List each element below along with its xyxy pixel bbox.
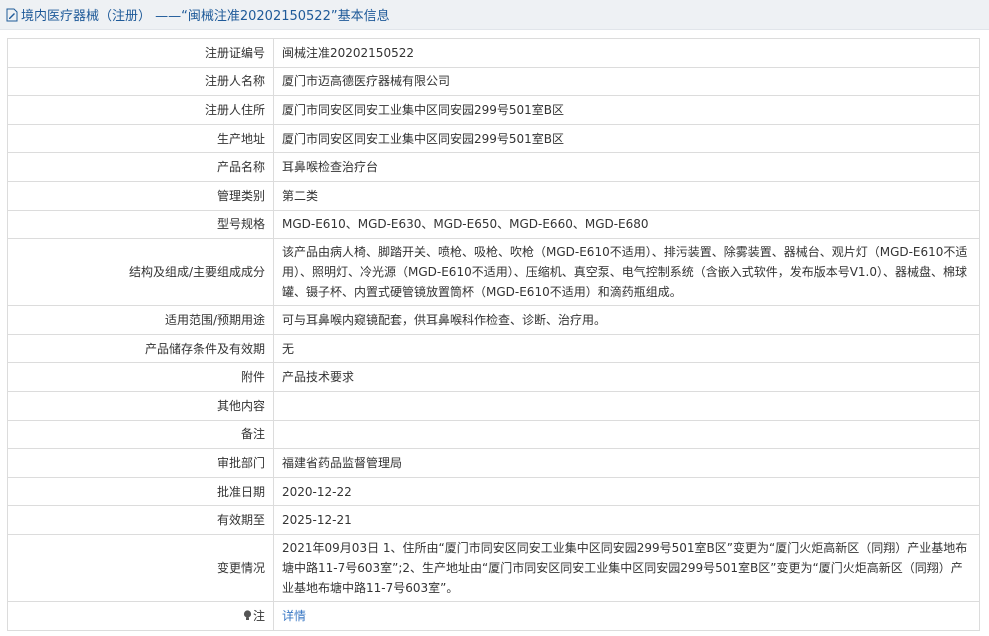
row-value: 闽械注准20202150522 [273, 38, 980, 68]
row-value: 耳鼻喉检查治疗台 [273, 152, 980, 182]
row-value: 厦门市同安区同安工业集中区同安园299号501室B区 [273, 123, 980, 154]
row-label: 管理类别 [7, 180, 274, 211]
row-label: 批准日期 [7, 476, 274, 507]
row-value: 可与耳鼻喉内窥镜配套，供耳鼻喉科作检查、诊断、治疗用。 [273, 305, 980, 335]
row-value: 2020-12-22 [273, 476, 980, 507]
table-row: 管理类别 第二类 [7, 180, 980, 211]
info-table-container: 注册证编号 闽械注准20202150522 注册人名称 厦门市迈高德医疗器械有限… [7, 38, 980, 631]
row-value: 厦门市迈高德医疗器械有限公司 [273, 66, 980, 97]
row-label: 注册人名称 [7, 66, 274, 97]
row-label: 型号规格 [7, 209, 274, 240]
page-header: 境内医疗器械（注册） ——“闽械注准20202150522”基本信息 [0, 0, 989, 30]
row-value [273, 390, 980, 421]
note-label-text: 注 [252, 608, 265, 623]
note-row: 注 详情 [7, 600, 980, 631]
note-value: 详情 [273, 600, 980, 631]
table-row: 变更情况 2021年09月03日 1、住所由“厦门市同安区同安工业集中区同安园2… [7, 533, 980, 602]
row-label: 结构及组成/主要组成成分 [7, 238, 274, 307]
row-label: 产品名称 [7, 152, 274, 182]
row-label: 生产地址 [7, 123, 274, 154]
table-row: 注册人住所 厦门市同安区同安工业集中区同安园299号501室B区 [7, 95, 980, 125]
table-row: 注册证编号 闽械注准20202150522 [7, 38, 980, 68]
row-label: 附件 [7, 362, 274, 392]
table-row: 其他内容 [7, 390, 980, 421]
row-value: 产品技术要求 [273, 362, 980, 392]
table-row: 有效期至 2025-12-21 [7, 505, 980, 535]
table-row: 批准日期 2020-12-22 [7, 476, 980, 507]
row-label: 产品储存条件及有效期 [7, 333, 274, 364]
row-value [273, 419, 980, 450]
row-value: 第二类 [273, 180, 980, 211]
table-row: 产品名称 耳鼻喉检查治疗台 [7, 152, 980, 182]
row-label: 有效期至 [7, 505, 274, 535]
row-value: 福建省药品监督管理局 [273, 448, 980, 478]
row-value: MGD-E610、MGD-E630、MGD-E650、MGD-E660、MGD-… [273, 209, 980, 240]
row-label: 变更情况 [7, 533, 274, 602]
row-label: 其他内容 [7, 390, 274, 421]
table-row: 生产地址 厦门市同安区同安工业集中区同安园299号501室B区 [7, 123, 980, 154]
table-row: 适用范围/预期用途 可与耳鼻喉内窥镜配套，供耳鼻喉科作检查、诊断、治疗用。 [7, 305, 980, 335]
row-label: 注册人住所 [7, 95, 274, 125]
table-row: 附件 产品技术要求 [7, 362, 980, 392]
lightbulb-icon [243, 610, 252, 620]
row-value: 2021年09月03日 1、住所由“厦门市同安区同安工业集中区同安园299号50… [273, 533, 980, 602]
table-row: 型号规格 MGD-E610、MGD-E630、MGD-E650、MGD-E660… [7, 209, 980, 240]
row-label: 适用范围/预期用途 [7, 305, 274, 335]
document-edit-icon [6, 8, 18, 21]
table-row: 审批部门 福建省药品监督管理局 [7, 448, 980, 478]
row-value: 无 [273, 333, 980, 364]
table-row: 结构及组成/主要组成成分 该产品由病人椅、脚踏开关、喷枪、吸枪、吹枪（MGD-E… [7, 238, 980, 307]
row-value: 厦门市同安区同安工业集中区同安园299号501室B区 [273, 95, 980, 125]
table-row: 产品储存条件及有效期 无 [7, 333, 980, 364]
row-label: 备注 [7, 419, 274, 450]
table-row: 备注 [7, 419, 980, 450]
row-value: 该产品由病人椅、脚踏开关、喷枪、吸枪、吹枪（MGD-E610不适用）、排污装置、… [273, 238, 980, 307]
note-label: 注 [7, 600, 274, 631]
row-label: 审批部门 [7, 448, 274, 478]
details-link[interactable]: 详情 [282, 609, 306, 623]
row-label: 注册证编号 [7, 38, 274, 68]
table-row: 注册人名称 厦门市迈高德医疗器械有限公司 [7, 66, 980, 97]
row-value: 2025-12-21 [273, 505, 980, 535]
page-title: 境内医疗器械（注册） ——“闽械注准20202150522”基本信息 [21, 9, 390, 24]
info-table: 注册证编号 闽械注准20202150522 注册人名称 厦门市迈高德医疗器械有限… [7, 38, 980, 631]
